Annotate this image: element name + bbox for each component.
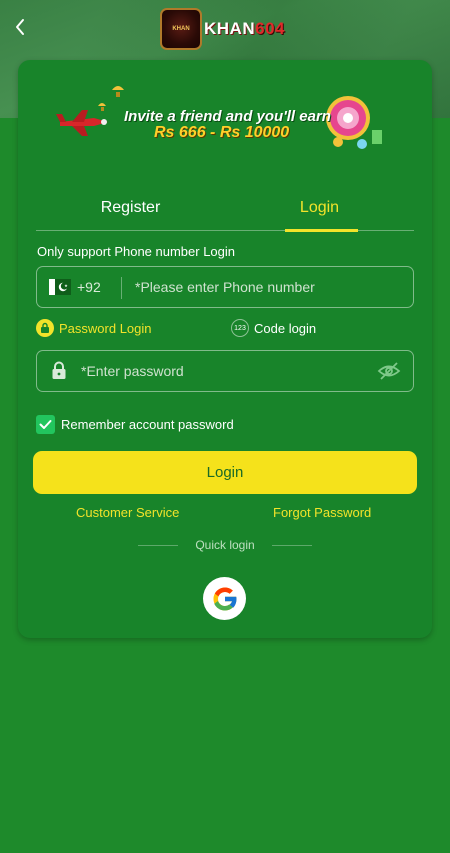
prize-wheel-icon <box>326 96 382 149</box>
remember-checkbox[interactable] <box>36 414 55 434</box>
brand-logo: KHAN KHAN604 <box>160 8 285 50</box>
quick-login-divider: Quick login <box>138 537 312 553</box>
divider-line <box>272 544 312 546</box>
phone-separator <box>121 277 122 299</box>
divider-line <box>138 544 178 546</box>
numeric-code-icon: 123 <box>231 319 249 337</box>
phone-field: +92 <box>36 266 414 308</box>
active-tab-indicator <box>285 229 358 232</box>
eye-off-icon[interactable] <box>377 361 401 381</box>
logo-badge: KHAN <box>160 8 202 50</box>
country-code[interactable]: +92 <box>77 279 101 295</box>
check-icon <box>39 419 52 429</box>
code-login-option[interactable]: 123 Code login <box>231 318 316 338</box>
back-button[interactable] <box>8 12 32 42</box>
forgot-password-link[interactable]: Forgot Password <box>273 505 371 520</box>
pakistan-flag-icon[interactable] <box>49 279 71 295</box>
login-button[interactable]: Login <box>33 451 417 494</box>
phone-support-label: Only support Phone number Login <box>37 244 236 259</box>
chevron-left-icon <box>16 19 24 35</box>
tab-login[interactable]: Login <box>225 186 414 230</box>
quick-login-label: Quick login <box>195 538 255 552</box>
password-field <box>36 350 414 392</box>
remember-label: Remember account password <box>61 416 234 432</box>
tab-register[interactable]: Register <box>36 186 225 230</box>
password-input[interactable] <box>81 351 371 391</box>
google-login-button[interactable] <box>203 577 246 620</box>
invite-banner[interactable]: Invite a friend and you'll earn Rs 666 -… <box>38 78 390 158</box>
phone-input[interactable] <box>135 267 405 307</box>
code-login-label: Code login <box>254 320 317 336</box>
banner-headline: Invite a friend and you'll earn <box>124 108 331 125</box>
brand-number: 604 <box>255 19 285 38</box>
parachute-icon <box>98 86 124 111</box>
logo-badge-text: KHAN <box>172 26 190 32</box>
google-icon <box>213 587 237 610</box>
customer-service-link[interactable]: Customer Service <box>76 505 179 520</box>
brand-name: KHAN604 <box>204 19 285 39</box>
password-login-option[interactable]: Password Login <box>36 318 152 338</box>
remember-password-toggle[interactable]: Remember account password <box>36 414 234 434</box>
plane-icon <box>56 110 108 136</box>
password-login-label: Password Login <box>59 320 152 336</box>
lock-icon <box>52 361 66 379</box>
brand-word: KHAN <box>204 19 256 38</box>
lock-icon <box>36 319 54 337</box>
auth-tabs: Register Login <box>36 186 414 232</box>
banner-reward-range: Rs 666 - Rs 10000 <box>154 124 290 141</box>
